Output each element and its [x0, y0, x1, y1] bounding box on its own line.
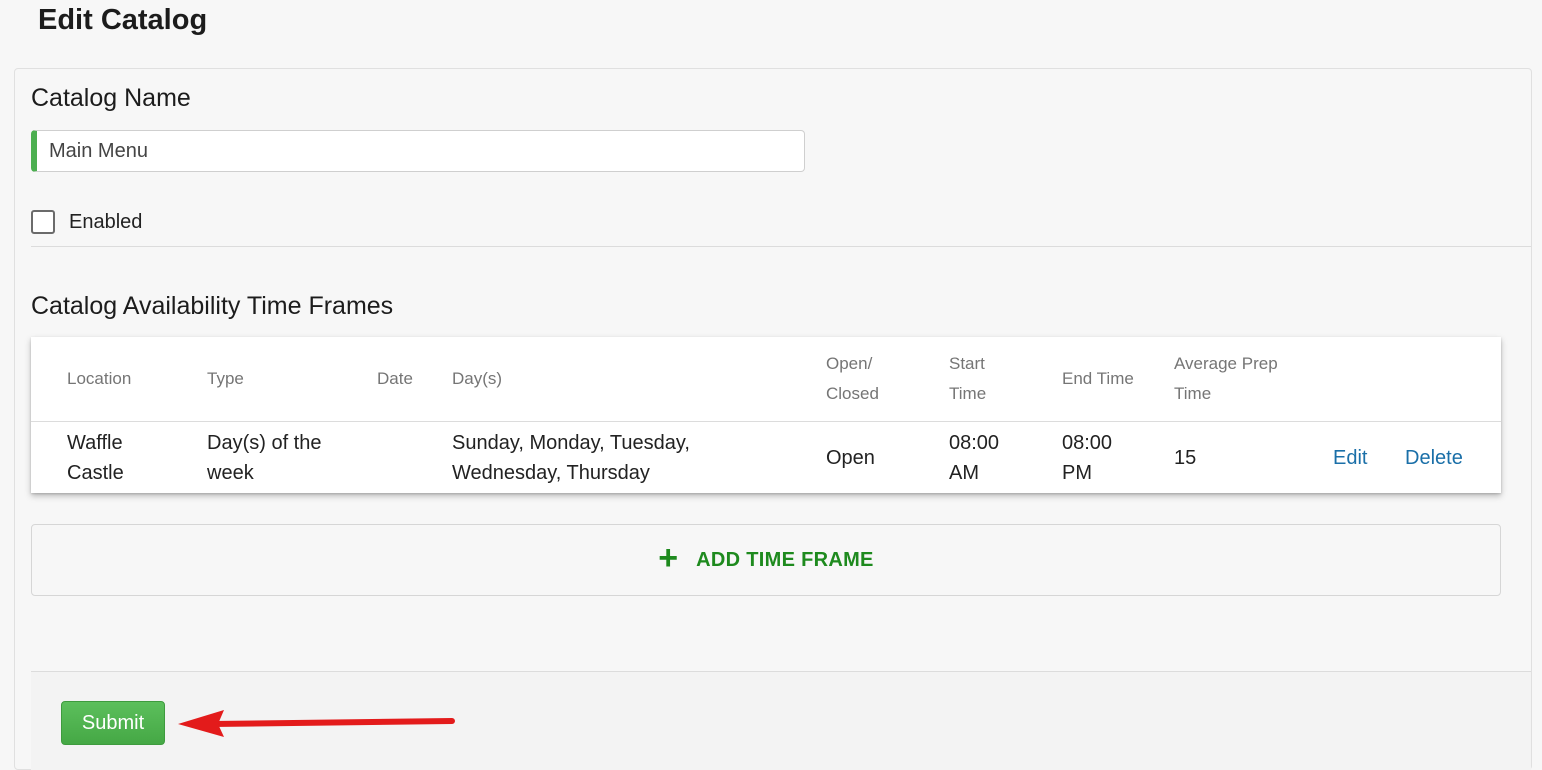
table-header-row: Location Type Date Day(s) Open/ Closed S…: [31, 337, 1501, 422]
header-location: Location: [67, 369, 132, 388]
cell-end-time-line1: 08:00: [1062, 432, 1113, 454]
time-frames-table: Location Type Date Day(s) Open/ Closed S…: [31, 337, 1501, 493]
cell-end-time: 08:00 PM: [1062, 428, 1112, 488]
catalog-name-label: Catalog Name: [31, 84, 191, 112]
add-time-frame-button[interactable]: + ADD TIME FRAME: [31, 524, 1501, 596]
time-frames-label: Catalog Availability Time Frames: [31, 292, 394, 320]
cell-type: Day(s) of the week: [207, 428, 321, 488]
cell-location: Waffle Castle: [67, 428, 124, 488]
submit-button[interactable]: Submit: [61, 701, 165, 745]
header-date: Date: [377, 369, 413, 388]
annotation-arrow-head: [178, 710, 224, 737]
catalog-name-input[interactable]: [31, 130, 805, 172]
enabled-label: Enabled: [69, 210, 143, 233]
cell-type-line2: week: [207, 462, 254, 484]
cell-start-time-line1: 08:00: [949, 432, 1000, 454]
header-start-time-line2: Time: [949, 384, 987, 403]
cell-start-time: 08:00 AM: [949, 428, 999, 488]
cell-days-line1: Sunday, Monday, Tuesday,: [452, 432, 690, 454]
add-time-frame-label: ADD TIME FRAME: [696, 548, 874, 571]
annotation-arrow-icon: [178, 710, 455, 737]
cell-location-line1: Waffle: [67, 432, 123, 454]
header-open-closed-line1: Open/: [826, 354, 873, 373]
cell-location-line2: Castle: [67, 462, 124, 484]
cell-end-time-line2: PM: [1062, 462, 1092, 484]
header-start-time-line1: Start: [949, 354, 985, 373]
cell-days-line2: Wednesday, Thursday: [452, 462, 650, 484]
header-avg-prep-line2: Time: [1174, 384, 1212, 403]
cell-type-line1: Day(s) of the: [207, 432, 322, 454]
cell-start-time-line2: AM: [949, 462, 979, 484]
header-open-closed-line2: Closed: [826, 384, 879, 403]
edit-catalog-panel: Catalog Name Enabled Catalog Availabilit…: [14, 68, 1532, 770]
edit-link[interactable]: Edit: [1333, 443, 1367, 473]
header-start-time: Start Time: [949, 349, 986, 409]
page-title: Edit Catalog: [38, 4, 208, 36]
header-days: Day(s): [452, 369, 503, 388]
header-avg-prep: Average Prep Time: [1174, 349, 1278, 409]
header-end-time: End Time: [1062, 369, 1134, 388]
header-avg-prep-line1: Average Prep: [1174, 354, 1278, 373]
enabled-checkbox-row[interactable]: Enabled: [31, 210, 142, 234]
header-open-closed: Open/ Closed: [826, 349, 879, 409]
header-type: Type: [207, 369, 244, 388]
cell-days: Sunday, Monday, Tuesday, Wednesday, Thur…: [452, 428, 690, 488]
cell-open-closed: Open: [826, 447, 875, 469]
cell-avg-prep: 15: [1174, 447, 1197, 469]
annotation-arrow-shaft: [209, 718, 455, 727]
delete-link[interactable]: Delete: [1405, 443, 1463, 473]
enabled-checkbox[interactable]: [31, 210, 55, 234]
plus-icon: +: [658, 539, 679, 577]
section-divider: [31, 246, 1531, 247]
